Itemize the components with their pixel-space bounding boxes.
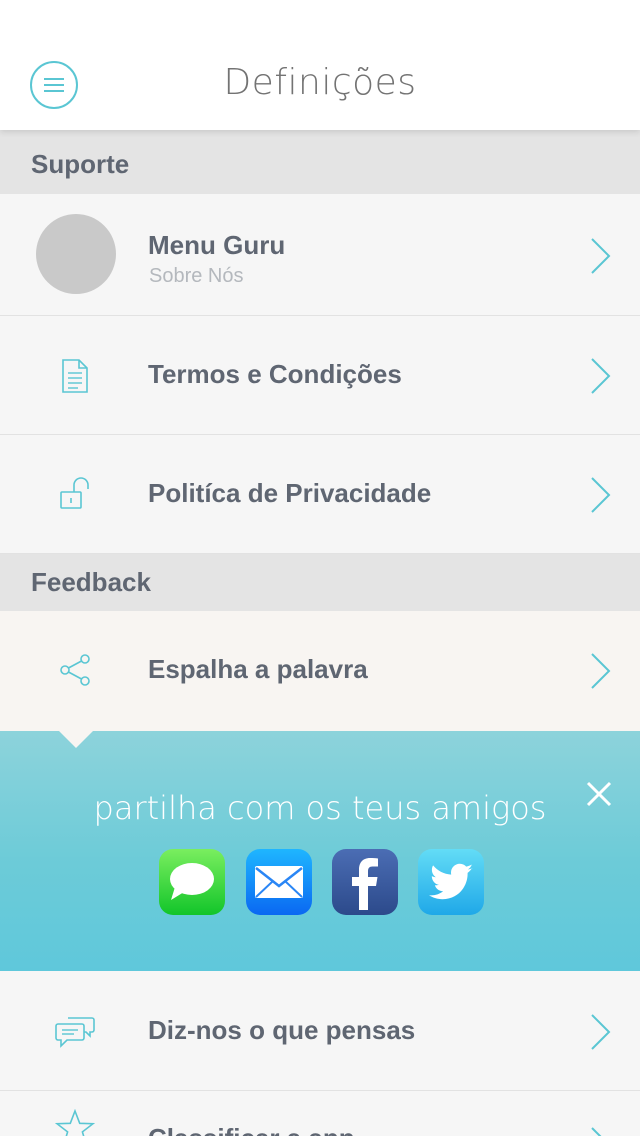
chevron-right-icon	[591, 653, 611, 689]
row-title: Menu Guru	[148, 230, 286, 260]
mail-icon	[255, 866, 303, 898]
row-rate-app[interactable]: Classificar a app	[0, 1091, 640, 1136]
chevron-right-icon	[591, 1014, 611, 1050]
chevron-right-icon	[591, 238, 611, 274]
star-icon	[55, 1109, 95, 1136]
section-title: Feedback	[31, 567, 151, 597]
twitter-icon	[429, 863, 473, 900]
row-title: Espalha a palavra	[148, 654, 368, 684]
share-twitter-button[interactable]	[418, 849, 484, 915]
row-subtitle: Sobre Nós	[149, 265, 244, 287]
section-header-feedback: Feedback	[0, 554, 640, 611]
document-icon	[62, 359, 88, 393]
chevron-right-icon	[591, 477, 611, 513]
row-about-us[interactable]: Menu Guru Sobre Nós	[0, 194, 640, 316]
row-title: Diz-nos o que pensas	[148, 1015, 416, 1045]
chevron-right-icon	[591, 358, 611, 394]
chevron-right-icon	[591, 1127, 602, 1136]
row-privacy[interactable]: Politíca de Privacidade	[0, 435, 640, 554]
row-title: Classificar a app	[148, 1123, 355, 1136]
share-facebook-button[interactable]	[332, 849, 398, 915]
unlocked-padlock-icon	[60, 477, 89, 509]
share-messages-button[interactable]	[159, 849, 225, 915]
section-header-support: Suporte	[0, 130, 640, 194]
share-icon	[60, 654, 90, 686]
share-panel: partilha com os teus amigos	[0, 731, 640, 971]
row-title: Politíca de Privacidade	[148, 478, 432, 508]
share-panel-pointer	[58, 730, 94, 748]
page-title: Definições	[223, 62, 417, 103]
top-bar: Definições	[0, 0, 640, 130]
avatar	[36, 214, 116, 294]
share-panel-title: partilha com os teus amigos	[93, 789, 547, 827]
row-tell-us[interactable]: Diz-nos o que pensas	[0, 971, 640, 1091]
share-mail-button[interactable]	[246, 849, 312, 915]
messages-icon	[170, 863, 214, 900]
row-terms[interactable]: Termos e Condições	[0, 316, 640, 435]
chat-bubbles-icon	[55, 1017, 95, 1048]
row-spread-the-word[interactable]: Espalha a palavra	[0, 611, 640, 731]
row-title: Termos e Condições	[148, 359, 402, 389]
facebook-icon	[352, 858, 378, 910]
section-title: Suporte	[31, 149, 130, 179]
